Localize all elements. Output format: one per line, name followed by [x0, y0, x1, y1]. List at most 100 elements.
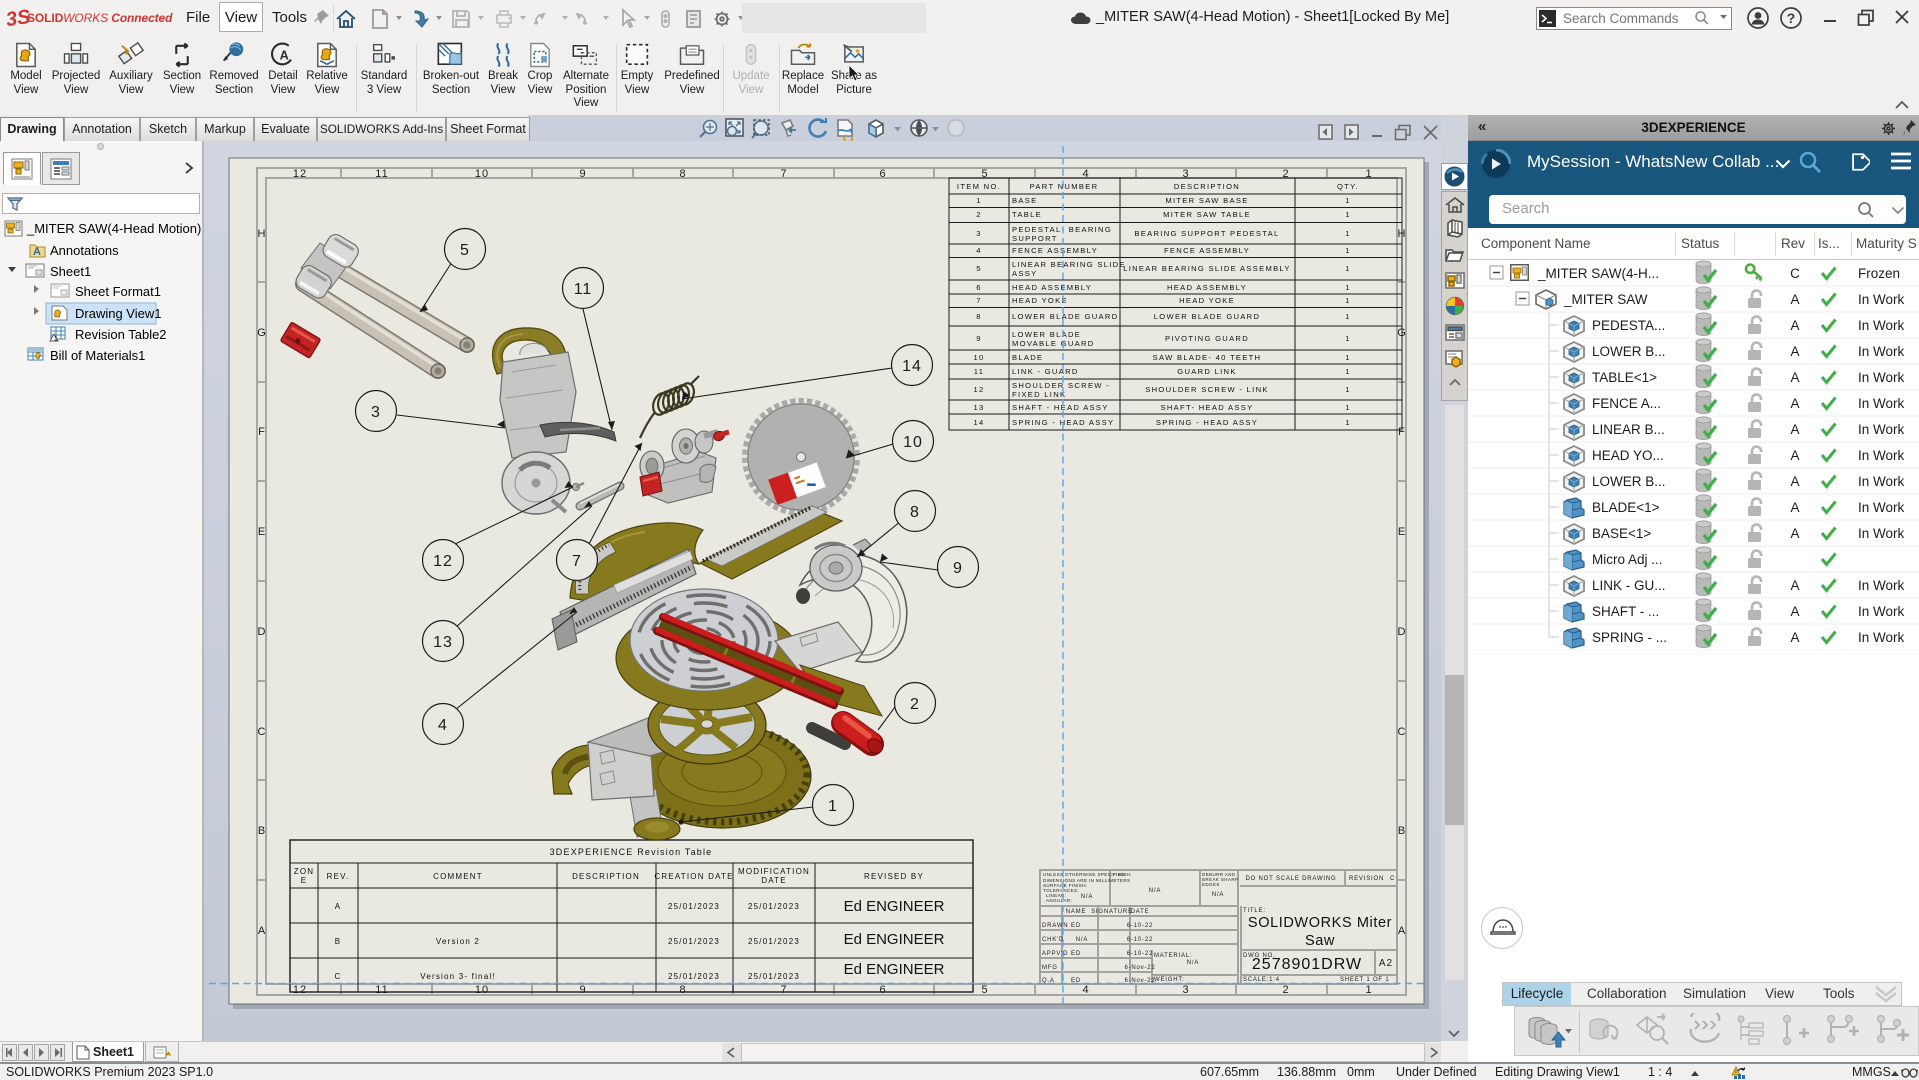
svg-text:A: A	[1790, 370, 1799, 385]
svg-text:A: A	[33, 246, 41, 258]
svg-text:F: F	[258, 426, 266, 438]
svg-text:LINEAR BEARING SLIDE: LINEAR BEARING SLIDE	[1012, 260, 1126, 269]
svg-text:MATERIAL:: MATERIAL:	[1154, 953, 1192, 959]
svg-text:Saw: Saw	[1305, 933, 1335, 949]
svg-text:A: A	[258, 925, 266, 937]
svg-text:COMMENT: COMMENT	[433, 872, 483, 881]
svg-text:G: G	[257, 327, 267, 339]
svg-text:10: 10	[475, 168, 489, 180]
svg-text:A: A	[280, 49, 289, 63]
svg-text:12: 12	[293, 168, 307, 180]
svg-text:LINEAR BEARING SLIDE ASSEMBLY: LINEAR BEARING SLIDE ASSEMBLY	[1123, 264, 1291, 273]
svg-text:5: 5	[460, 242, 470, 259]
svg-text:LOWER B...: LOWER B...	[1592, 474, 1666, 489]
svg-text:10: 10	[475, 984, 489, 996]
svg-text:A: A	[1790, 604, 1799, 619]
svg-text:Ed ENGINEER: Ed ENGINEER	[844, 898, 945, 915]
svg-text:1: 1	[54, 336, 58, 343]
svg-text:ANGULAR:: ANGULAR:	[1046, 898, 1072, 903]
svg-text:A: A	[1790, 526, 1799, 541]
svg-text:9: 9	[953, 560, 963, 577]
svg-text:FIXED LINK: FIXED LINK	[1012, 390, 1066, 399]
svg-text:10: 10	[973, 353, 984, 362]
svg-text:SUPPORT: SUPPORT	[1012, 234, 1058, 243]
svg-text:HEAD ASSEMBLY: HEAD ASSEMBLY	[1012, 283, 1092, 292]
svg-text:LOWER BLADE GUARD: LOWER BLADE GUARD	[1154, 312, 1261, 321]
svg-text:DESCRIPTION: DESCRIPTION	[572, 872, 640, 881]
svg-text:9: 9	[579, 984, 586, 996]
svg-text:1: 1	[1345, 296, 1351, 305]
svg-text:In Work: In Work	[1858, 292, 1905, 307]
svg-text:In Work: In Work	[1858, 370, 1905, 385]
svg-text:1: 1	[1345, 210, 1351, 219]
svg-text:BLADE: BLADE	[1012, 353, 1043, 362]
svg-text:7: 7	[976, 296, 982, 305]
svg-text:N/A: N/A	[1076, 937, 1088, 943]
svg-text:25/01/2023: 25/01/2023	[668, 937, 720, 946]
svg-text:1: 1	[828, 798, 838, 815]
svg-text:Frozen: Frozen	[1858, 266, 1900, 281]
svg-text:PEDESTA...: PEDESTA...	[1592, 318, 1665, 333]
svg-text:PART NUMBER: PART NUMBER	[1030, 182, 1099, 191]
svg-text:Revision Table2: Revision Table2	[75, 327, 167, 342]
svg-text:Version 2: Version 2	[436, 937, 480, 946]
svg-text:11: 11	[574, 281, 593, 298]
svg-text:LOWER BLADE GUARD: LOWER BLADE GUARD	[1012, 312, 1119, 321]
svg-text:14: 14	[973, 418, 984, 427]
svg-text:B: B	[258, 825, 266, 837]
svg-text:1: 1	[1345, 312, 1351, 321]
svg-text:A: A	[1398, 925, 1406, 937]
svg-text:N/A: N/A	[1187, 960, 1199, 966]
svg-text:REVISED BY: REVISED BY	[864, 872, 924, 881]
svg-text:4: 4	[976, 246, 982, 255]
svg-text:6-10-22: 6-10-22	[1127, 951, 1153, 957]
svg-text:MFG: MFG	[1042, 965, 1058, 971]
svg-text:7: 7	[572, 553, 582, 570]
svg-text:Ed ENGINEER: Ed ENGINEER	[844, 931, 945, 948]
svg-text:6: 6	[976, 283, 982, 292]
svg-text:MODIFICATION: MODIFICATION	[738, 867, 810, 876]
svg-text:6: 6	[879, 168, 886, 180]
svg-text:LINK - GUARD: LINK - GUARD	[1012, 367, 1079, 376]
svg-text:_MITER SAW: _MITER SAW	[1563, 292, 1648, 307]
svg-text:SPRING - ...: SPRING - ...	[1592, 630, 1667, 645]
svg-text:2578901DRW: 2578901DRW	[1252, 956, 1362, 973]
svg-text:1: 1	[976, 196, 982, 205]
svg-text:SHAFT - HEAD ASSY: SHAFT - HEAD ASSY	[1012, 403, 1109, 412]
svg-text:DATE: DATE	[761, 876, 787, 885]
svg-text:E: E	[1398, 526, 1406, 538]
svg-text:1: 1	[1345, 246, 1351, 255]
svg-text:TITLE:: TITLE:	[1243, 908, 1266, 914]
svg-text:NAME: NAME	[1066, 909, 1087, 915]
svg-text:QTY.: QTY.	[1337, 182, 1359, 191]
svg-text:PEDESTAL- BEARING: PEDESTAL- BEARING	[1012, 225, 1112, 234]
svg-text:APPV'D: APPV'D	[1042, 951, 1068, 957]
svg-text:SHAFT - ...: SHAFT - ...	[1592, 604, 1659, 619]
svg-text:SHOULDER SCREW - LINK: SHOULDER SCREW - LINK	[1145, 385, 1269, 394]
svg-text:LOWER B...: LOWER B...	[1592, 344, 1666, 359]
svg-text:8: 8	[679, 984, 686, 996]
svg-text:SIGNATURE: SIGNATURE	[1091, 909, 1133, 915]
svg-text:1: 1	[1365, 984, 1372, 996]
svg-text:1: 1	[1345, 385, 1351, 394]
svg-text:5: 5	[981, 984, 988, 996]
svg-text:DATE: DATE	[1131, 909, 1150, 915]
svg-text:HEAD YO...: HEAD YO...	[1592, 448, 1664, 463]
svg-text:BASE: BASE	[1012, 196, 1037, 205]
svg-text:1: 1	[1345, 418, 1351, 427]
svg-text:LINK - GU...: LINK - GU...	[1592, 578, 1666, 593]
svg-text:N/A: N/A	[1212, 892, 1224, 898]
svg-text:6: 6	[879, 984, 886, 996]
svg-text:B: B	[335, 937, 342, 946]
svg-text:C: C	[258, 726, 267, 738]
svg-text:B: B	[1398, 825, 1406, 837]
svg-text:11: 11	[375, 168, 388, 180]
svg-text:11: 11	[974, 367, 984, 376]
svg-text:A: A	[1790, 422, 1799, 437]
svg-text:In Work: In Work	[1858, 318, 1905, 333]
svg-text:9: 9	[579, 168, 586, 180]
svg-text:3DEXPERIENCE Revision Table: 3DEXPERIENCE Revision Table	[550, 847, 713, 857]
svg-text:6-10-22: 6-10-22	[1127, 923, 1153, 929]
svg-text:1: 1	[1345, 196, 1351, 205]
svg-text:DRAWN: DRAWN	[1042, 923, 1068, 929]
